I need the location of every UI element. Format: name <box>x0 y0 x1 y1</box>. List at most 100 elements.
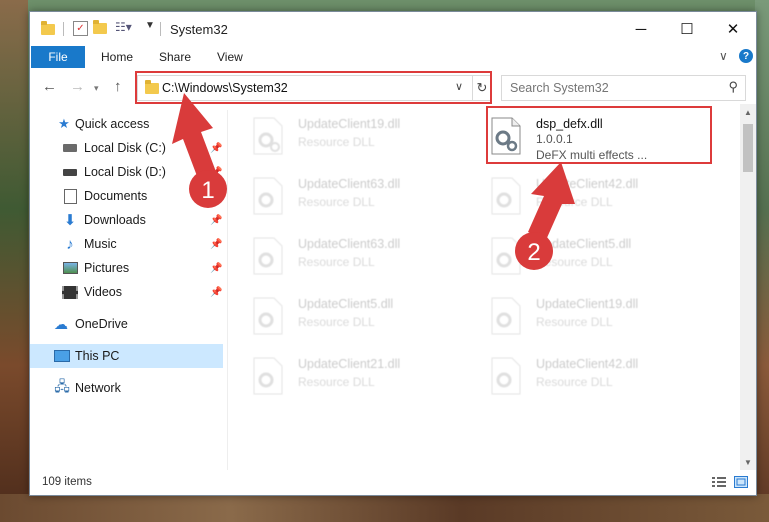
scrollbar-thumb[interactable] <box>743 124 753 172</box>
search-input[interactable] <box>508 79 722 97</box>
sidebar-item-music[interactable]: ♪ Music 📌 <box>30 232 223 256</box>
folder-icon <box>41 20 55 35</box>
sidebar-item-label: This PC <box>75 349 120 363</box>
file-item[interactable]: UpdateClient42.dll Resource DLL <box>466 168 696 224</box>
dll-file-icon <box>253 117 283 155</box>
dll-file-icon <box>491 297 521 335</box>
forward-button[interactable]: → <box>70 78 85 95</box>
maximize-button[interactable]: ☐ <box>664 12 710 46</box>
file-item[interactable]: UpdateClient63.dll Resource DLL <box>228 228 458 284</box>
cloud-icon: ☁ <box>54 315 68 332</box>
details-view-icon[interactable] <box>712 476 726 488</box>
back-button[interactable]: ← <box>42 78 57 95</box>
file-name: UpdateClient63.dll <box>298 237 401 251</box>
dll-file-icon <box>491 177 521 215</box>
pin-icon: 📌 <box>210 190 223 202</box>
expand-ribbon-icon[interactable]: ∨ <box>719 49 728 63</box>
file-item[interactable]: UpdateClient63.dll Resource DLL <box>228 168 458 224</box>
tab-home[interactable]: Home <box>101 50 133 64</box>
file-name: UpdateClient5.dll <box>536 237 632 251</box>
desktop-background-left <box>0 0 28 522</box>
sidebar-item-label: Downloads <box>84 213 146 227</box>
tab-share[interactable]: Share <box>159 50 191 64</box>
file-description: Resource DLL <box>536 195 613 209</box>
file-item[interactable]: UpdateClient5.dll Resource DLL <box>228 288 458 344</box>
file-description: Resource DLL <box>298 315 375 329</box>
scroll-up-icon[interactable]: ▲ <box>740 104 756 120</box>
minimize-button[interactable]: ─ <box>618 12 664 46</box>
file-name: UpdateClient42.dll <box>536 357 639 371</box>
sidebar-item-quick-access[interactable]: ★ Quick access <box>30 112 223 136</box>
file-name: UpdateClient5.dll <box>298 297 394 311</box>
documents-icon <box>62 188 78 204</box>
desktop-background-right <box>755 0 769 522</box>
file-description: Resource DLL <box>536 255 613 269</box>
drive-icon <box>62 141 78 155</box>
tab-view[interactable]: View <box>217 50 243 64</box>
dll-file-icon <box>253 297 283 335</box>
file-description: Resource DLL <box>298 135 375 149</box>
dll-file-icon <box>491 357 521 395</box>
ribbon-tabs: File Home Share View ∨ ? <box>30 46 756 68</box>
file-item[interactable]: UpdateClient19.dll Resource DLL <box>228 108 458 164</box>
help-icon[interactable]: ? <box>739 49 753 63</box>
file-description: Resource DLL <box>536 375 613 389</box>
vertical-scrollbar[interactable]: ▲ ▼ <box>740 104 756 470</box>
pin-icon: 📌 <box>210 262 223 274</box>
new-folder-icon[interactable] <box>93 20 107 37</box>
sidebar-item-local-disk-d[interactable]: Local Disk (D:) 📌 <box>30 160 223 184</box>
highlight-box <box>486 106 712 164</box>
file-list: UpdateClient19.dll Resource DLL dsp_defx… <box>228 104 740 470</box>
desktop-background-bottom <box>0 494 769 522</box>
file-item[interactable]: UpdateClient19.dll Resource DLL <box>466 288 696 344</box>
sidebar-item-label: Documents <box>84 189 148 203</box>
item-count: 109 items <box>42 476 92 488</box>
sidebar-item-label: Local Disk (D:) <box>84 165 166 179</box>
file-name: UpdateClient19.dll <box>536 297 639 311</box>
search-box[interactable]: ⚲ <box>501 75 746 101</box>
sidebar-item-network[interactable]: 🖧 Network <box>30 376 223 400</box>
large-icons-view-icon[interactable] <box>734 476 748 488</box>
sidebar-item-documents[interactable]: Documents 📌 <box>30 184 223 208</box>
star-icon: ★ <box>58 116 70 131</box>
music-icon: ♪ <box>66 235 74 253</box>
sidebar-item-label: Quick access <box>75 117 150 131</box>
videos-icon <box>62 285 78 299</box>
scroll-down-icon[interactable]: ▼ <box>740 454 756 470</box>
dll-file-icon <box>253 177 283 215</box>
file-description: Resource DLL <box>298 195 375 209</box>
sidebar-item-this-pc[interactable]: This PC <box>30 344 223 368</box>
toolbar-separator <box>63 22 64 36</box>
sidebar-item-label: OneDrive <box>75 317 128 331</box>
sidebar-item-local-disk-c[interactable]: Local Disk (C:) 📌 <box>30 136 223 160</box>
sidebar-item-videos[interactable]: Videos 📌 <box>30 280 223 304</box>
pin-icon: 📌 <box>210 286 223 298</box>
toolbar-separator <box>160 22 161 36</box>
file-name: UpdateClient19.dll <box>298 117 401 131</box>
properties-icon[interactable]: ✓ <box>73 21 88 36</box>
tab-file[interactable]: File <box>31 46 85 68</box>
file-item[interactable]: UpdateClient21.dll Resource DLL <box>228 348 458 404</box>
search-icon[interactable]: ⚲ <box>728 79 738 95</box>
dll-file-icon <box>253 357 283 395</box>
sidebar-item-label: Network <box>75 381 121 395</box>
customize-toolbar-icon[interactable]: ☷▾ <box>115 20 132 34</box>
pin-icon: 📌 <box>210 166 223 178</box>
sidebar-item-onedrive[interactable]: ☁ OneDrive <box>30 312 223 336</box>
window-title: System32 <box>170 22 228 37</box>
close-button[interactable]: ✕ <box>710 12 756 46</box>
dll-file-icon <box>253 237 283 275</box>
file-item[interactable]: UpdateClient42.dll Resource DLL <box>466 348 696 404</box>
address-highlight-box <box>135 71 492 104</box>
status-bar: 109 items <box>30 472 756 494</box>
sidebar-item-label: Music <box>84 237 117 251</box>
up-button[interactable]: ↑ <box>114 78 122 95</box>
download-icon: ⬇ <box>63 212 77 229</box>
pictures-icon <box>62 261 78 275</box>
file-item[interactable]: UpdateClient5.dll Resource DLL <box>466 228 696 284</box>
recent-locations-icon[interactable]: ▾ <box>94 83 99 94</box>
chevron-down-icon[interactable]: ▼ <box>145 20 155 31</box>
sidebar-item-downloads[interactable]: ⬇ Downloads 📌 <box>30 208 223 232</box>
file-description: Resource DLL <box>536 315 613 329</box>
sidebar-item-pictures[interactable]: Pictures 📌 <box>30 256 223 280</box>
